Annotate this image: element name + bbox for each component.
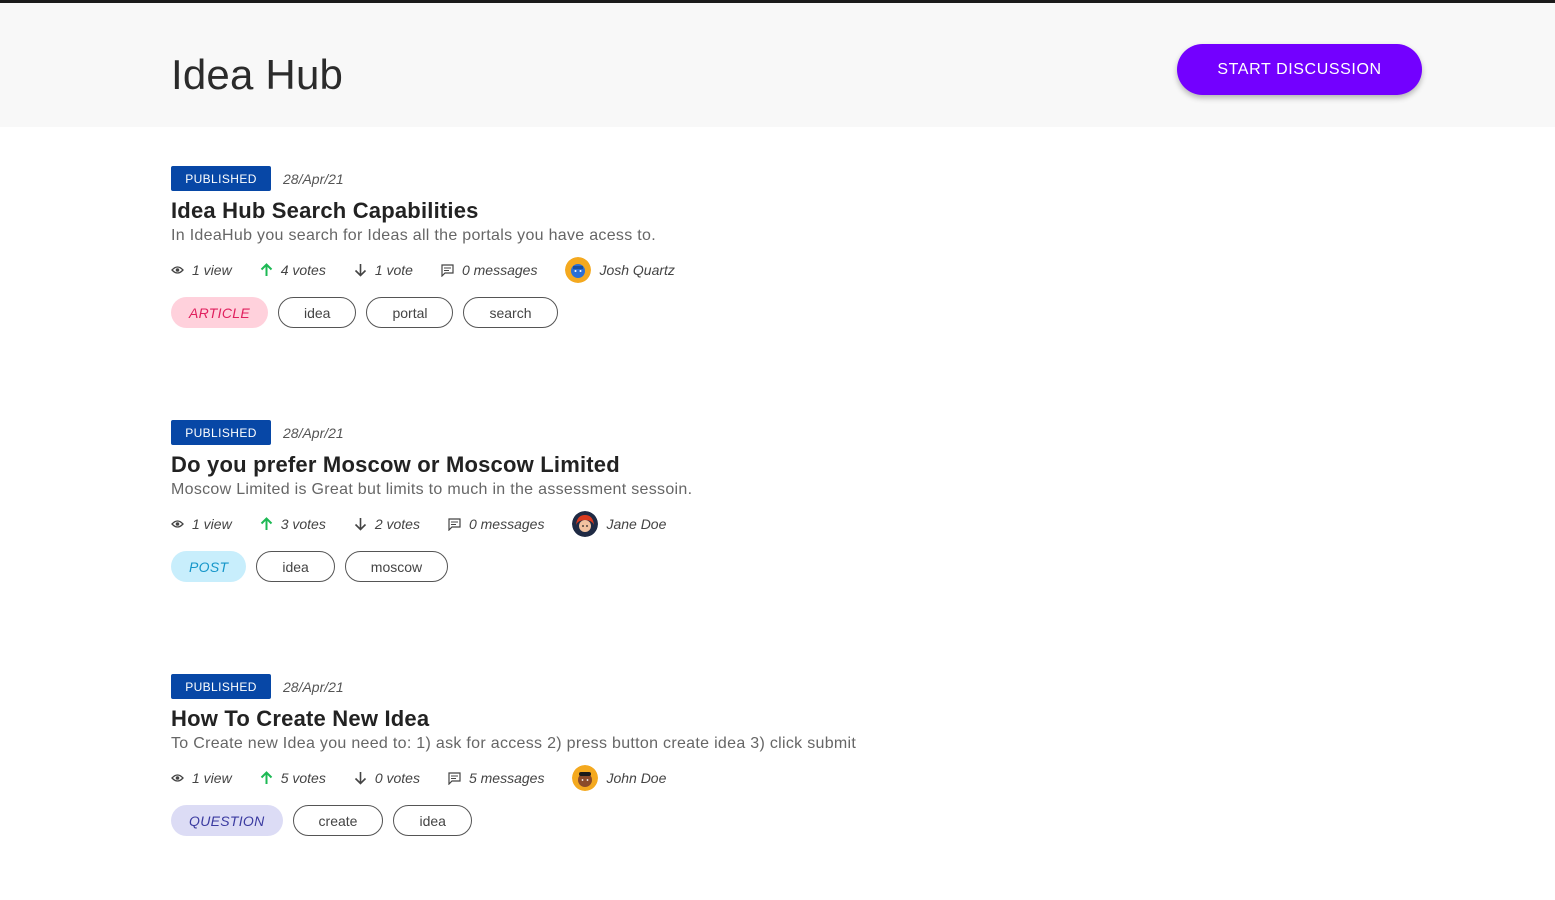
author-name: John Doe (606, 770, 667, 786)
messages-count[interactable]: 0 messages (441, 262, 537, 278)
downvotes-label: 1 vote (374, 262, 413, 278)
messages-label: 0 messages (461, 262, 538, 278)
message-icon (448, 517, 461, 531)
upvote-button[interactable]: 4 votes (260, 262, 326, 278)
status-badge: PUBLISHED (171, 166, 271, 191)
author[interactable]: Jane Doe (572, 511, 666, 537)
views-label: 1 view (192, 262, 232, 278)
message-icon (441, 263, 454, 277)
page-title: Idea Hub (171, 51, 344, 98)
post-card: PUBLISHED 28/Apr/21 Do you prefer Moscow… (171, 420, 1071, 582)
arrow-up-icon (260, 517, 272, 530)
tag-chip[interactable]: search (463, 297, 558, 328)
author[interactable]: Josh Quartz (565, 257, 675, 283)
post-date: 28/Apr/21 (283, 424, 344, 441)
arrow-up-icon (260, 263, 272, 276)
tag-chip[interactable]: portal (366, 297, 454, 328)
tag-chip[interactable]: moscow (344, 551, 449, 582)
avatar (565, 257, 592, 283)
eye-icon (171, 266, 184, 274)
post-title[interactable]: Do you prefer Moscow or Moscow Limited (171, 451, 1071, 479)
upvotes-label: 3 votes (280, 516, 326, 532)
post-title[interactable]: How To Create New Idea (171, 705, 1071, 733)
upvotes-label: 4 votes (280, 262, 326, 278)
downvote-button[interactable]: 1 vote (354, 262, 413, 278)
post-date: 28/Apr/21 (283, 170, 344, 187)
downvotes-label: 0 votes (374, 770, 420, 786)
post-title[interactable]: Idea Hub Search Capabilities (171, 197, 1071, 225)
tag-chip[interactable]: create (292, 805, 384, 836)
messages-count[interactable]: 0 messages (448, 516, 544, 532)
views-count: 1 view (171, 262, 232, 278)
tag-chip[interactable]: idea (277, 297, 357, 328)
author-name: Josh Quartz (599, 262, 675, 278)
downvotes-label: 2 votes (374, 516, 420, 532)
post-card: PUBLISHED 28/Apr/21 How To Create New Id… (171, 674, 1071, 836)
messages-count[interactable]: 5 messages (448, 770, 544, 786)
eye-icon (171, 774, 184, 782)
upvote-button[interactable]: 3 votes (260, 516, 326, 532)
post-card: PUBLISHED 28/Apr/21 Idea Hub Search Capa… (171, 166, 1071, 328)
messages-label: 5 messages (468, 770, 545, 786)
views-count: 1 view (171, 516, 232, 532)
arrow-up-icon (260, 771, 272, 784)
tag-chip[interactable]: idea (256, 551, 335, 582)
post-date: 28/Apr/21 (283, 678, 344, 695)
views-label: 1 view (192, 770, 232, 786)
start-discussion-button[interactable]: START DISCUSSION (1177, 44, 1422, 95)
downvote-button[interactable]: 2 votes (354, 516, 420, 532)
author-name: Jane Doe (606, 516, 667, 532)
avatar (572, 511, 599, 537)
status-badge: PUBLISHED (171, 674, 271, 699)
type-tag[interactable]: POST (171, 551, 247, 582)
author[interactable]: John Doe (572, 765, 666, 791)
tag-chip[interactable]: idea (393, 805, 472, 836)
post-description: To Create new Idea you need to: 1) ask f… (171, 735, 857, 752)
message-icon (448, 771, 461, 785)
post-description: Moscow Limited is Great but limits to mu… (171, 481, 693, 498)
post-description: In IdeaHub you search for Ideas all the … (171, 227, 656, 244)
eye-icon (171, 520, 184, 528)
upvote-button[interactable]: 5 votes (260, 770, 326, 786)
messages-label: 0 messages (468, 516, 545, 532)
views-label: 1 view (192, 516, 232, 532)
avatar (572, 765, 599, 791)
arrow-down-icon (354, 264, 366, 277)
arrow-down-icon (354, 518, 366, 531)
page-header: Idea Hub START DISCUSSION (0, 3, 1555, 127)
arrow-down-icon (354, 772, 366, 785)
type-tag[interactable]: QUESTION (171, 805, 283, 836)
upvotes-label: 5 votes (280, 770, 326, 786)
downvote-button[interactable]: 0 votes (354, 770, 420, 786)
type-tag[interactable]: ARTICLE (171, 297, 268, 328)
status-badge: PUBLISHED (171, 420, 271, 445)
views-count: 1 view (171, 770, 232, 786)
